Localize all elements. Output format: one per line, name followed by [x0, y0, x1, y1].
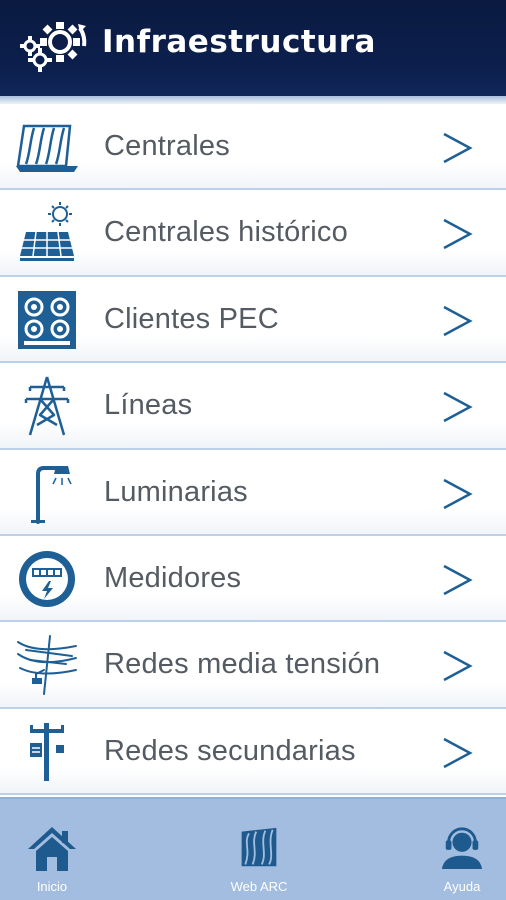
solar-panel-icon — [20, 202, 74, 262]
menu-item-redes-media-tension[interactable]: Redes media tensión — [0, 622, 506, 709]
tab-inicio[interactable]: Inicio — [4, 799, 100, 900]
menu-item-centrales[interactable]: Centrales — [0, 104, 506, 191]
tab-ayuda[interactable]: Ayuda — [414, 799, 506, 900]
tab-label: Inicio — [36, 879, 68, 894]
bottom-tab-bar: Inicio Web ARC Ayuda — [0, 797, 506, 900]
chevron-right-icon — [443, 564, 473, 596]
gears-icon — [20, 22, 87, 72]
chevron-right-icon — [443, 219, 473, 250]
induction-cooktop-icon — [18, 290, 76, 349]
arc-logo-icon — [241, 827, 277, 867]
menu-item-lineas[interactable]: Líneas — [0, 363, 506, 450]
menu-item-centrales-historico[interactable]: Centrales histórico — [0, 190, 506, 277]
menu-item-medidores[interactable]: Medidores — [0, 535, 506, 623]
home-icon — [28, 827, 76, 871]
menu-item-clientes-pec[interactable]: Clientes PEC — [0, 276, 506, 364]
menu-item-label: Centrales histórico — [104, 216, 348, 249]
chevron-right-icon — [443, 737, 473, 768]
tab-web-arc[interactable]: Web ARC — [211, 799, 307, 900]
chevron-right-icon — [443, 132, 473, 164]
chevron-right-icon — [443, 651, 473, 682]
chevron-right-icon — [443, 305, 473, 336]
medium-voltage-pole-icon — [17, 635, 77, 696]
transmission-tower-icon — [24, 376, 70, 436]
menu-item-label: Líneas — [104, 389, 193, 422]
chevron-right-icon — [443, 478, 473, 509]
app-header: Infraestructura — [0, 0, 506, 96]
secondary-pole-icon — [30, 722, 64, 781]
menu-list: Centrales Centrales histórico Clientes P… — [0, 104, 506, 796]
chevron-right-icon — [443, 392, 473, 423]
street-lamp-icon — [31, 465, 72, 524]
menu-item-label: Luminarias — [104, 475, 248, 508]
menu-item-label: Redes secundarias — [104, 734, 356, 767]
menu-item-label: Centrales — [104, 130, 230, 162]
menu-item-label: Medidores — [104, 561, 242, 594]
electric-meter-icon — [19, 550, 75, 607]
support-agent-icon — [441, 827, 483, 870]
tab-label: Ayuda — [443, 879, 481, 894]
menu-item-redes-secundarias[interactable]: Redes secundarias — [0, 708, 506, 796]
page-title: Infraestructura — [102, 24, 376, 60]
tab-label: Web ARC — [230, 879, 288, 894]
hydro-dam-icon — [16, 124, 78, 172]
menu-item-label: Redes media tensión — [104, 648, 381, 681]
menu-item-label: Clientes PEC — [104, 302, 279, 335]
menu-item-luminarias[interactable]: Luminarias — [0, 449, 506, 536]
